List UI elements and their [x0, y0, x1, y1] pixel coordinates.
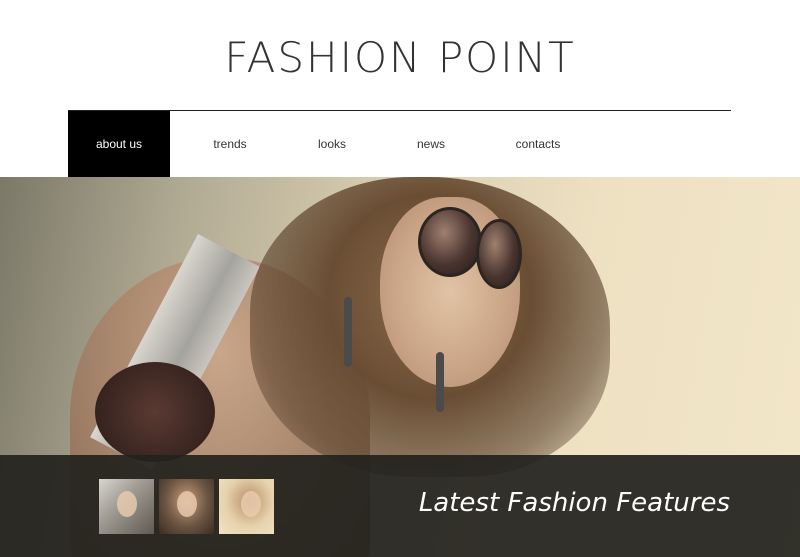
thumbnail-1[interactable] [99, 479, 154, 534]
nav-item-about-us[interactable]: about us [68, 111, 170, 177]
thumbnail-figure [117, 491, 137, 517]
site-header: FASHION POINT [0, 0, 800, 110]
thumbnail-figure [177, 491, 197, 517]
sunglasses-lens-left [418, 207, 482, 277]
sunglasses-graphic [418, 197, 528, 289]
main-nav: about us trends looks news contacts [68, 111, 731, 177]
nav-item-trends[interactable]: trends [180, 111, 280, 177]
nav-item-news[interactable]: news [381, 111, 481, 177]
nav-item-looks[interactable]: looks [282, 111, 382, 177]
thumbnail-figure [241, 491, 261, 517]
sunglasses-lens-right [476, 219, 522, 289]
latest-features-heading[interactable]: Latest Fashion Features [419, 488, 730, 518]
thumbnail-3[interactable] [219, 479, 274, 534]
flower-brooch-graphic [95, 362, 215, 462]
site-logo[interactable]: FASHION POINT [0, 33, 800, 82]
earring-graphic [344, 297, 352, 367]
thumbnail-2[interactable] [159, 479, 214, 534]
earring-graphic-right [436, 352, 444, 412]
nav-item-contacts[interactable]: contacts [488, 111, 588, 177]
